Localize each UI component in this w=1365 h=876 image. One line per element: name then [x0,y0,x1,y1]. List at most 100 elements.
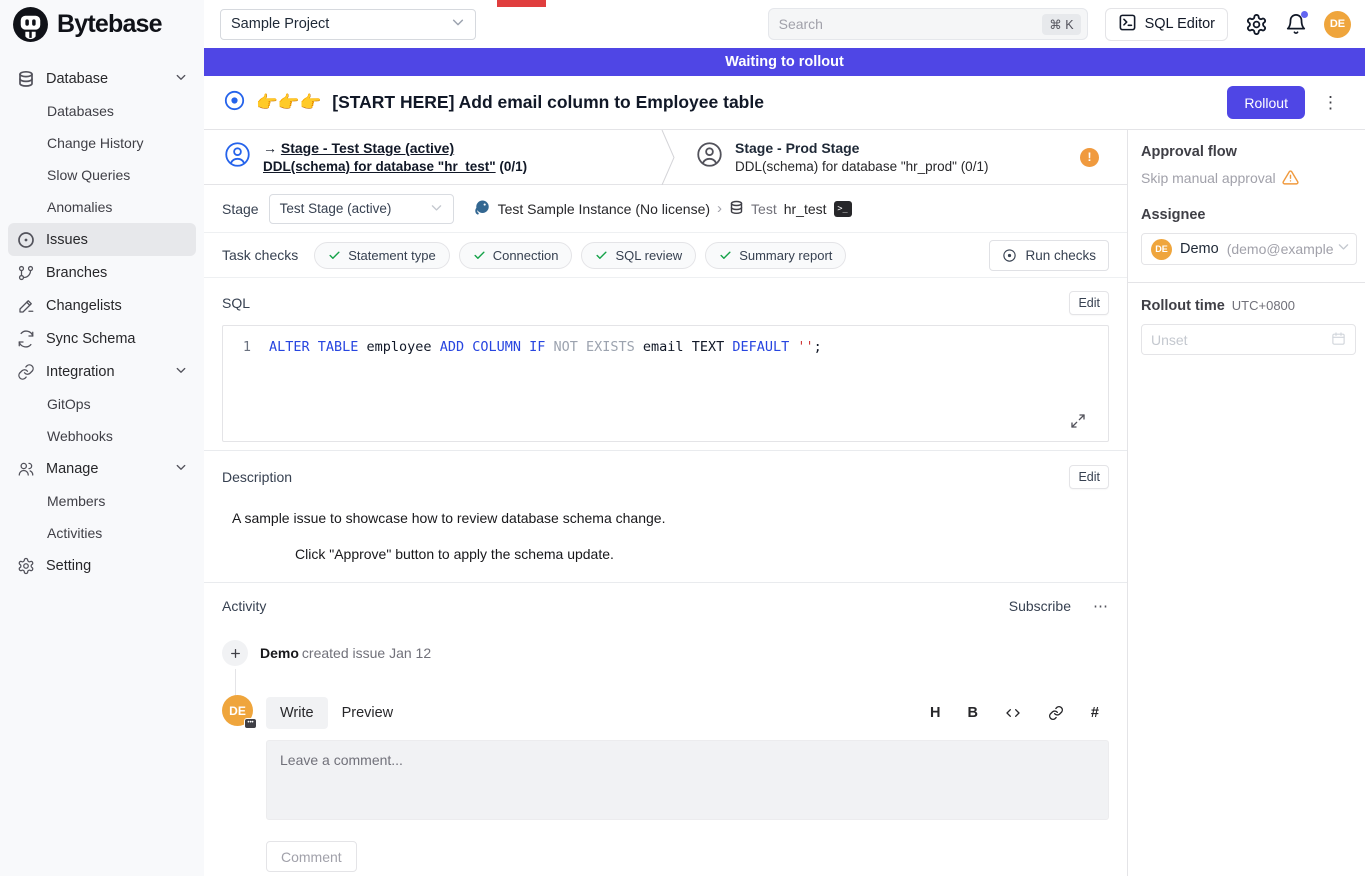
stage-title: Stage - Prod Stage [735,140,988,156]
sidebar-item-label: Sync Schema [46,331,135,347]
bytebase-logo-icon [12,6,49,43]
tab-write[interactable]: Write [266,697,328,729]
instance-link[interactable]: Test Sample Instance (No license) [498,201,710,217]
user-circle-icon [696,141,723,173]
search-input[interactable] [779,16,1043,32]
timezone-label: UTC+0800 [1232,298,1295,313]
panel-divider [1128,282,1365,283]
plus-icon [222,640,248,666]
chevron-right-icon: › [717,200,722,217]
link-icon[interactable] [1048,705,1064,721]
stage-select[interactable]: Test Stage (active) [269,194,454,224]
description-section: Description Edit A sample issue to showc… [204,451,1127,583]
comment-submit-button[interactable]: Comment [266,841,357,872]
heading-icon[interactable]: H [930,705,940,721]
database-link[interactable]: hr_test [784,201,827,217]
database-breadcrumb: Test Sample Instance (No license) › Test… [474,199,852,219]
comment-input[interactable] [266,740,1109,820]
sql-editor-label: SQL Editor [1145,16,1215,32]
description-label: Description [222,469,292,485]
check-pill-sql-review[interactable]: SQL review [581,242,696,269]
sql-editor-button[interactable]: SQL Editor [1105,8,1228,41]
bytebase-app: Bytebase Database Databases Change Histo… [0,0,1365,876]
expand-editor-icon[interactable] [1070,413,1086,433]
description-line: Click "Approve" button to apply the sche… [295,546,1109,562]
sidebar-item-issues[interactable]: Issues [8,223,196,256]
sidebar-item-branches[interactable]: Branches [8,256,196,289]
stage-select-value: Test Stage (active) [280,201,392,216]
active-stage-arrow: → [263,140,277,156]
status-banner: Waiting to rollout [204,48,1365,76]
check-icon [719,249,732,262]
description-edit-button[interactable]: Edit [1069,465,1109,489]
event-description: created issue Jan 12 [302,645,431,661]
hash-icon[interactable]: # [1091,705,1099,721]
users-icon [17,460,35,478]
user-avatar[interactable]: DE [1324,11,1351,38]
sidebar-item-integration[interactable]: Integration [8,355,196,388]
pencil-list-icon [17,297,35,315]
stage-task: DDL(schema) for database "hr_test" [263,159,496,174]
project-select-value: Sample Project [231,16,329,32]
notifications-button[interactable] [1285,13,1307,35]
sidebar-item-label: Branches [46,265,107,281]
search-box[interactable]: ⌘ K [768,8,1088,40]
tab-preview[interactable]: Preview [328,697,408,729]
chevron-down-icon [175,364,187,380]
sidebar-item-gitops[interactable]: GitOps [8,388,196,420]
sidebar-item-activities[interactable]: Activities [8,517,196,549]
kebab-menu-icon[interactable]: ⋮ [1316,91,1345,115]
check-pill-summary-report[interactable]: Summary report [705,242,846,269]
sidebar-item-members[interactable]: Members [8,485,196,517]
user-circle-icon [224,141,251,173]
open-sql-console-icon[interactable]: >_ [834,201,852,217]
sidebar-item-setting[interactable]: Setting [8,549,196,582]
run-checks-button[interactable]: Run checks [989,240,1109,271]
sidebar-item-label: Manage [46,461,98,477]
issue-title: 👉👉👉 [START HERE] Add email column to Emp… [256,92,1216,113]
activity-label: Activity [222,598,266,614]
bold-icon[interactable]: B [967,705,977,721]
sidebar-item-change-history[interactable]: Change History [8,127,196,159]
sidebar-item-manage[interactable]: Manage [8,452,196,485]
environment-label: Test [751,201,777,217]
stage-card-test[interactable]: → Stage - Test Stage (active) DDL(schema… [204,130,660,184]
sql-editor[interactable]: 1ALTER TABLE employee ADD COLUMN IF NOT … [222,325,1109,442]
branch-icon [17,264,35,282]
assignee-label: Assignee [1141,207,1365,223]
assignee-select[interactable]: DE Demo (demo@example [1141,233,1357,265]
rollout-time-input[interactable]: Unset [1141,324,1356,355]
sync-icon [17,330,35,348]
ellipsis-menu-icon[interactable]: ⋯ [1093,597,1109,615]
sidebar-item-anomalies[interactable]: Anomalies [8,191,196,223]
settings-button[interactable] [1245,13,1268,36]
project-select[interactable]: Sample Project [220,9,476,40]
issue-sidebar-panel: Approval flow Skip manual approval Assig… [1128,130,1365,876]
brand-logo[interactable]: Bytebase [0,0,204,48]
sidebar-item-slow-queries[interactable]: Slow Queries [8,159,196,191]
sidebar-item-webhooks[interactable]: Webhooks [8,420,196,452]
sidebar-item-sync-schema[interactable]: Sync Schema [8,322,196,355]
sidebar-item-changelists[interactable]: Changelists [8,289,196,322]
issue-main: → Stage - Test Stage (active) DDL(schema… [204,130,1128,876]
check-pill-statement-type[interactable]: Statement type [314,242,449,269]
sql-section: SQL Edit 1ALTER TABLE employee ADD COLUM… [204,278,1127,451]
code-icon[interactable] [1005,705,1021,721]
check-pill-connection[interactable]: Connection [459,242,573,269]
comment-editor: DE ••• Write Preview H B [222,695,1109,872]
check-icon [473,249,486,262]
topbar: Sample Project ⌘ K SQL Editor [204,0,1365,48]
rollout-button[interactable]: Rollout [1227,86,1305,119]
event-actor: Demo [260,645,299,661]
sidebar-item-database[interactable]: Database [8,62,196,95]
subscribe-button[interactable]: Subscribe [1009,598,1071,614]
activity-section: Activity Subscribe ⋯ Democreated issue J… [204,583,1127,872]
sql-label: SQL [222,295,250,311]
sql-edit-button[interactable]: Edit [1069,291,1109,315]
assignee-avatar: DE [1151,239,1172,260]
sidebar-item-databases[interactable]: Databases [8,95,196,127]
issue-header: 👉👉👉 [START HERE] Add email column to Emp… [204,76,1365,130]
sidebar-nav: Database Databases Change History Slow Q… [0,48,204,582]
stage-card-prod[interactable]: Stage - Prod Stage DDL(schema) for datab… [676,130,1127,184]
sidebar-item-label: Issues [46,232,88,248]
